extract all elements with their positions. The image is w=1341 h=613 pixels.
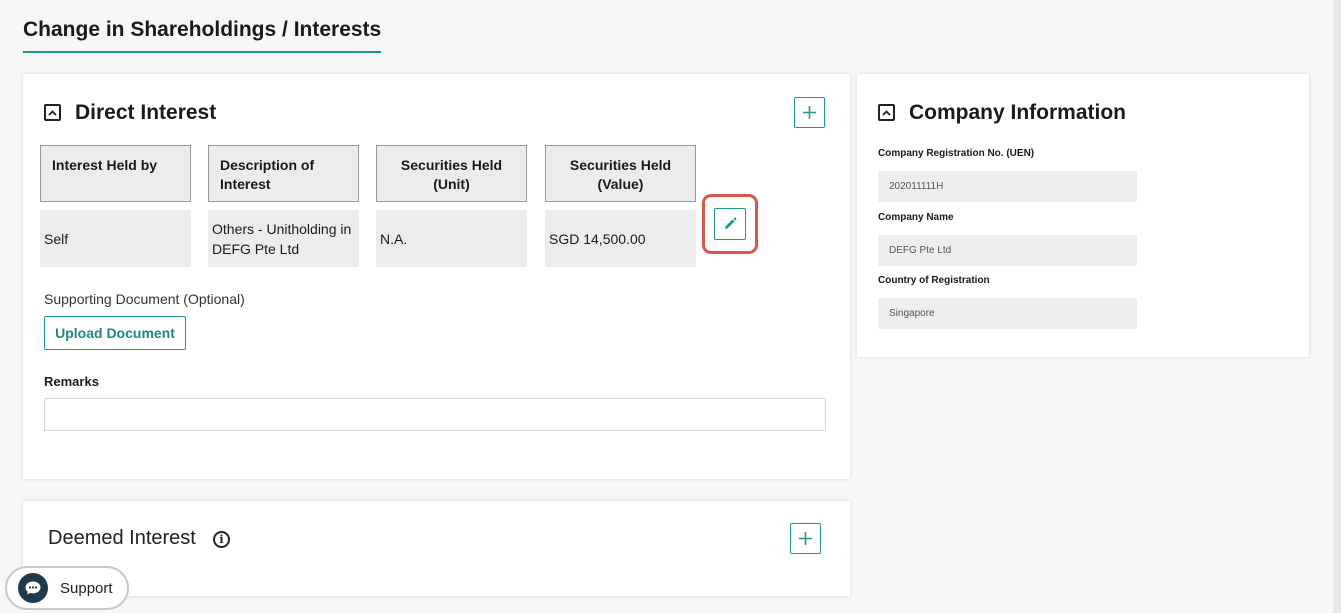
cell-securities-held-value: SGD 14,500.00 (545, 210, 696, 267)
remarks-label: Remarks (44, 374, 99, 389)
plus-icon (799, 532, 812, 545)
add-deemed-interest-button[interactable] (790, 523, 821, 554)
remarks-input[interactable] (44, 398, 826, 431)
edit-row-button[interactable] (714, 208, 746, 240)
column-header-securities-held-unit: Securities Held (Unit) (376, 145, 527, 202)
pencil-icon (725, 217, 737, 229)
direct-interest-card: Direct Interest Interest Held by Descrip… (23, 74, 850, 479)
deemed-interest-title: Deemed Interest (48, 527, 196, 549)
chevron-up-icon (882, 109, 891, 116)
cell-description-of-interest: Others - Unitholding in DEFG Pte Ltd (208, 210, 359, 267)
info-icon-glyph: i (219, 533, 224, 546)
field-value-country-of-registration: Singapore (878, 298, 1137, 329)
company-information-collapse-button[interactable] (878, 104, 895, 121)
page-scrollbar[interactable] (1333, 0, 1341, 613)
plus-icon (803, 106, 816, 119)
supporting-document-label: Supporting Document (Optional) (44, 291, 245, 307)
direct-interest-title: Direct Interest (75, 101, 217, 124)
company-information-card: Company Information Company Registration… (857, 74, 1309, 357)
info-icon[interactable]: i (213, 531, 230, 548)
direct-interest-collapse-button[interactable] (44, 104, 61, 121)
support-widget-button[interactable]: Support (5, 566, 129, 610)
add-direct-interest-button[interactable] (794, 97, 825, 128)
deemed-interest-card: Deemed Interest i (23, 501, 850, 596)
cell-securities-held-unit: N.A. (376, 210, 527, 267)
company-information-title: Company Information (909, 101, 1127, 124)
chat-icon (18, 573, 48, 603)
column-header-securities-held-value: Securities Held (Value) (545, 145, 696, 202)
upload-document-button[interactable]: Upload Document (44, 316, 186, 350)
edit-button-highlight (702, 194, 758, 254)
field-label-company-name: Company Name (878, 212, 954, 223)
chevron-up-icon (48, 109, 57, 116)
field-label-uen: Company Registration No. (UEN) (878, 148, 1035, 159)
field-value-uen: 202011111H (878, 171, 1137, 202)
column-header-interest-held-by: Interest Held by (40, 145, 191, 202)
field-label-country-of-registration: Country of Registration (878, 275, 990, 286)
field-value-company-name: DEFG Pte Ltd (878, 235, 1137, 266)
support-label: Support (60, 579, 113, 597)
column-header-description-of-interest: Description of Interest (208, 145, 359, 202)
page-title: Change in Shareholdings / Interests (23, 18, 382, 53)
cell-interest-held-by: Self (40, 210, 191, 267)
